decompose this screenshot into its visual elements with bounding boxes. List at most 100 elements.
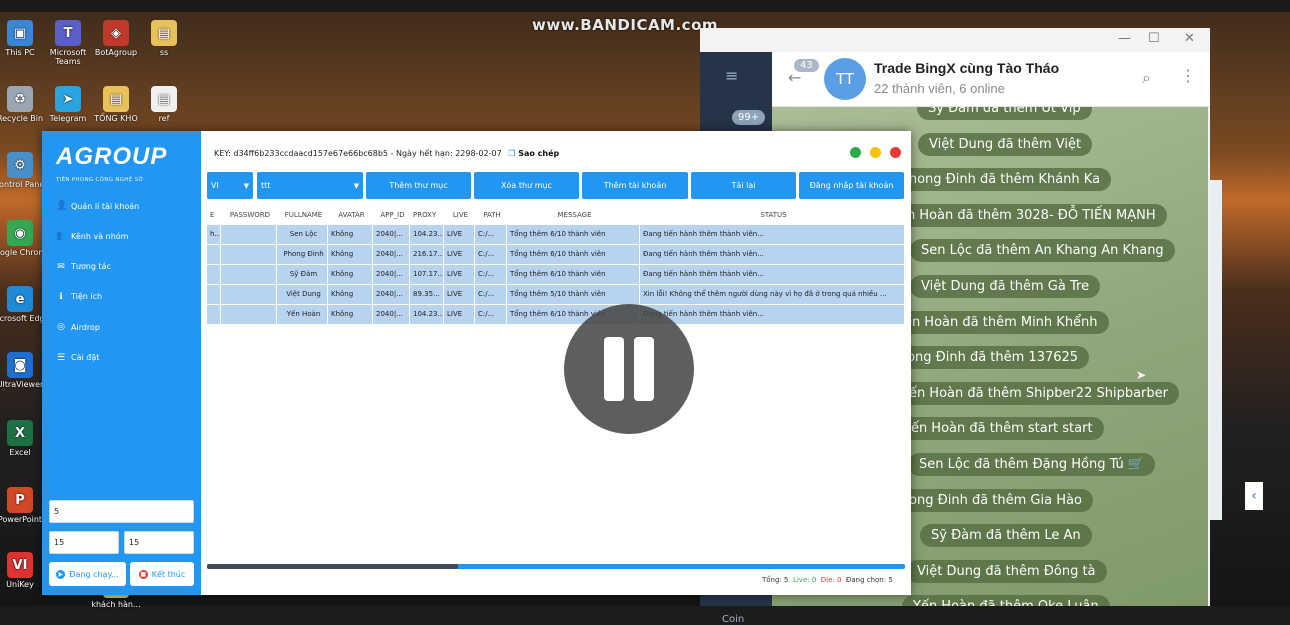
pause-icon-right-bar	[634, 337, 654, 401]
window-red-dot[interactable]	[890, 147, 901, 158]
service-message: Yến Hoàn đã thêm Oke Luân	[902, 595, 1110, 606]
column-header: APP_ID	[373, 206, 410, 225]
column-header: LIVE	[444, 206, 475, 225]
app-logo: AGROUP	[56, 143, 168, 170]
app-tagline: TIÊN PHONG CÔNG NGHỆ SỐ	[56, 177, 143, 183]
reload-button[interactable]: Tải lại	[691, 172, 796, 199]
live-count: 0	[811, 576, 817, 584]
min-delay-input[interactable]: 15	[49, 531, 119, 554]
selected-count: 5	[888, 576, 893, 584]
desktop-icon[interactable]: ▤ ss	[132, 20, 196, 57]
chat-avatar[interactable]: TT	[824, 58, 866, 100]
desktop-app-icon: ▤	[103, 86, 129, 112]
sidebar-item[interactable]: ☰ Cài đặt	[56, 353, 99, 363]
sidebar-item-label: Cài đặt	[71, 353, 100, 362]
running-button[interactable]: ▶ Đang chạy...	[49, 562, 126, 586]
window-green-dot[interactable]	[850, 147, 861, 158]
column-header: PROXY	[410, 206, 444, 225]
table-cell: 104.23...	[410, 225, 444, 244]
sidebar-item[interactable]: 👥 Kênh và nhóm	[56, 231, 128, 241]
service-message: Yến Hoàn đã thêm 3028- ĐỖ TIẾN MẠNH	[880, 203, 1167, 227]
desktop-app-icon: P	[7, 487, 33, 513]
die-label: Die:	[820, 576, 835, 584]
table-cell: 104.23...	[410, 305, 444, 324]
running-label: Đang chạy...	[69, 569, 119, 579]
table-cell: Đang tiến hành thêm thành viên...	[640, 265, 905, 284]
maximize-icon[interactable]: ☐	[1148, 31, 1160, 46]
column-header: STATUS	[640, 206, 905, 225]
sidebar-folder-label[interactable]: Coin	[722, 614, 744, 625]
pause-overlay[interactable]	[564, 304, 694, 434]
add-account-button[interactable]: Thêm tài khoản	[582, 172, 688, 199]
sidebar-item[interactable]: ℹ Tiện ích	[56, 292, 102, 302]
close-icon[interactable]: ✕	[1184, 31, 1195, 46]
sidebar-item[interactable]: ◎ Airdrop	[56, 322, 100, 332]
add-folder-button[interactable]: Thêm thư mục	[366, 172, 471, 199]
desktop-icon-label: ss	[159, 48, 169, 57]
table-cell: C:/...	[475, 265, 507, 284]
search-icon[interactable]: ⌕	[1142, 68, 1151, 88]
more-options-icon[interactable]: ⋮	[1180, 66, 1196, 85]
user-icon: 👤	[56, 201, 68, 211]
desktop-app-icon: ▣	[7, 20, 33, 46]
chat-title[interactable]: Trade BingX cùng Tào Tháo	[874, 60, 1059, 76]
table-cell: Đang tiến hành thêm thành viên...	[640, 225, 905, 244]
table-cell: 2040|...	[373, 245, 410, 264]
table-cell: Sỹ Đàm	[277, 265, 328, 284]
desktop-icon-label: khách hàn...	[91, 600, 141, 609]
table-row[interactable]: Việt Dung Không 2040|... 89.35... LIVE C:/...…	[207, 285, 905, 305]
table-cell	[207, 265, 221, 284]
column-header: PATH	[475, 206, 507, 225]
service-message: Sen Lộc đã thêm Đặng Hồng Tú 🛒	[908, 453, 1156, 476]
sidebar-item[interactable]: ✉ Tương tác	[56, 262, 111, 272]
sidebar-item-label: Tương tác	[71, 262, 111, 272]
desktop-app-icon: ▤	[151, 86, 177, 112]
sidebar-item-label: Tiện ích	[71, 292, 103, 302]
count-input[interactable]: 5	[49, 500, 194, 523]
group-icon: 👥	[56, 231, 68, 242]
language-select[interactable]: VI ▼	[207, 172, 253, 199]
table-cell: 2040|...	[373, 265, 410, 284]
table-cell: C:/...	[475, 245, 507, 264]
table-cell: Xin lỗi! Không thể thêm người dùng này v…	[640, 285, 905, 304]
play-icon: ▶	[56, 569, 66, 579]
window-yellow-dot[interactable]	[870, 147, 881, 158]
side-collapse-chevron-icon[interactable]: ‹	[1245, 482, 1263, 510]
back-unread-count: 43	[794, 59, 819, 72]
table-cell: 2040|...	[373, 305, 410, 324]
service-message: Phong Đinh đã thêm Khánh Ka	[890, 168, 1112, 192]
background-window-edge	[1210, 180, 1222, 520]
status-footer: Tổng: 5 Live: 0 Die: 0 Đang chọn: 5	[762, 576, 893, 584]
table-row[interactable]: Phong Đinh Không 2040|... 216.17... LIVE C:/.…	[207, 245, 905, 265]
desktop-app-icon: ➤	[55, 86, 81, 112]
sidebar-item[interactable]: 👤 Quản lí tài khoản	[56, 201, 139, 211]
login-account-button[interactable]: Đăng nhập tài khoản	[799, 172, 904, 199]
service-message: Việt Dung đã thêm Gà Tre	[910, 275, 1101, 298]
desktop-icon[interactable]: ▤ ref	[132, 86, 196, 123]
max-delay-input[interactable]: 15	[124, 531, 194, 554]
table-cell	[207, 285, 221, 304]
license-key-line: KEY: d34ff6b233ccdaacd157e67e66bc68b5 - …	[214, 149, 559, 158]
minimize-icon[interactable]: —	[1118, 31, 1131, 46]
table-cell	[221, 305, 277, 324]
table-cell: Tổng thêm 5/10 thành viên	[507, 285, 640, 304]
folder-select[interactable]: ttt ▼	[257, 172, 363, 199]
table-cell: LIVE	[444, 245, 475, 264]
stop-button[interactable]: ■ Kết thúc	[130, 562, 194, 586]
desktop-app-icon: ◙	[7, 352, 33, 378]
table-row[interactable]: h... Sen Lộc Không 2040|... 104.23... LIVE C:/…	[207, 225, 905, 245]
copy-key-button[interactable]: ❐ Sao chép	[508, 149, 559, 158]
pause-icon-left-bar	[604, 337, 624, 401]
horizontal-scrollbar-thumb[interactable]	[207, 564, 458, 569]
service-message: Sen Lộc đã thêm An Khang An Khang	[910, 239, 1175, 263]
delete-folder-button[interactable]: Xóa thư mục	[474, 172, 579, 199]
table-row[interactable]: Yến Hoàn Không 2040|... 104.23... LIVE C:/...…	[207, 305, 905, 325]
table-cell: Đang tiến hành thêm thành viên...	[640, 305, 905, 324]
table-row[interactable]: Sỹ Đàm Không 2040|... 107.17... LIVE C:/... Tổ…	[207, 265, 905, 285]
table-cell: C:/...	[475, 285, 507, 304]
service-message: Sỹ Đàm đã thêm Út Vip	[917, 107, 1092, 120]
chat-subtitle: 22 thành viên, 6 online	[874, 81, 1005, 96]
column-header: MESSAGE	[507, 206, 640, 225]
menu-icon[interactable]: ≡	[725, 66, 738, 85]
app-sidebar: AGROUP TIÊN PHONG CÔNG NGHỆ SỐ 👤 Quản lí …	[42, 131, 201, 595]
